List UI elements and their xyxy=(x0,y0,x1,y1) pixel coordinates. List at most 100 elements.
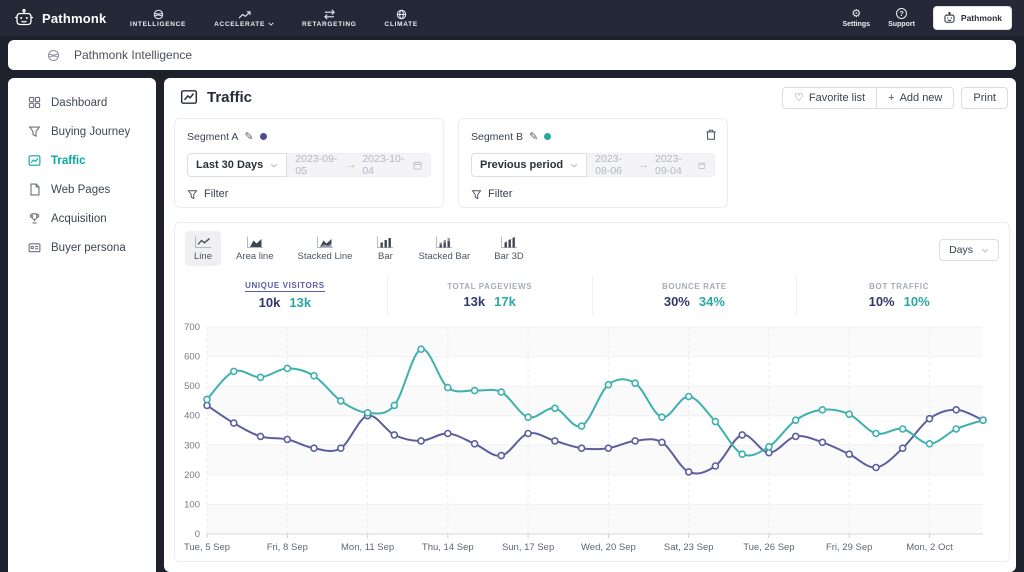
stat-label: UNIQUE VISITORS xyxy=(245,280,325,292)
chart-panel: Line Area line Stacked Line Bar Stacked … xyxy=(174,222,1010,562)
support-button[interactable]: ? Support xyxy=(888,8,915,28)
edit-pencil-icon[interactable]: ✎ xyxy=(244,130,253,143)
brand[interactable]: Pathmonk xyxy=(14,9,106,27)
segment-b-preset-select[interactable]: Previous period xyxy=(471,153,588,177)
tab-bar-3d[interactable]: Bar 3D xyxy=(485,231,533,266)
stat-value-segment-a: 13k xyxy=(463,293,486,309)
svg-text:500: 500 xyxy=(184,381,200,392)
svg-text:400: 400 xyxy=(184,411,200,422)
granularity-select[interactable]: Days xyxy=(939,239,999,261)
svg-text:700: 700 xyxy=(184,322,200,333)
sidebar-item-web-pages[interactable]: Web Pages xyxy=(8,175,156,204)
sidebar: Dashboard Buying Journey Traffic Web Pag… xyxy=(8,78,156,572)
favorite-addnew-group: ♡ Favorite list + Add new xyxy=(782,87,955,109)
page: Pathmonk INTELLIGENCE ACCELERATE RETARGE… xyxy=(0,0,1024,572)
tab-label: Bar 3D xyxy=(494,251,524,262)
svg-text:300: 300 xyxy=(184,440,200,451)
segment-a-date-range[interactable]: 2023-09-05 → 2023-10-04 xyxy=(287,153,431,177)
segment-b-date-start: 2023-08-06 xyxy=(595,153,622,177)
arrow-right-icon: → xyxy=(345,159,357,171)
account-button[interactable]: Pathmonk xyxy=(932,6,1012,30)
print-label: Print xyxy=(973,92,996,104)
segment-b-date-end: 2023-09-04 xyxy=(655,153,682,177)
stat-value-segment-b: 34% xyxy=(698,293,725,309)
sidebar-item-buyer-persona[interactable]: Buyer persona xyxy=(8,233,156,262)
delete-trash-icon[interactable] xyxy=(705,128,717,141)
stat-label: BOT TRAFFIC xyxy=(869,281,930,291)
sidebar-item-traffic[interactable]: Traffic xyxy=(8,146,156,175)
main-menu: INTELLIGENCE ACCELERATE RETARGETING CLIM… xyxy=(130,0,418,36)
tab-stacked-line[interactable]: Stacked Line xyxy=(289,231,362,266)
favorite-list-button[interactable]: ♡ Favorite list xyxy=(783,88,877,108)
calendar-icon xyxy=(413,161,422,169)
svg-text:Tue, 5 Sep: Tue, 5 Sep xyxy=(184,542,230,553)
chevron-down-icon xyxy=(981,248,989,253)
settings-button[interactable]: ⚙ Settings xyxy=(842,8,870,28)
nav-right: ⚙ Settings ? Support Pathmonk xyxy=(842,0,1012,36)
segment-b-card: Segment B ✎ Previous period 2023-08-06 →… xyxy=(458,118,728,208)
tab-area-line[interactable]: Area line xyxy=(227,231,283,266)
stat-value-segment-b: 17k xyxy=(494,293,516,309)
help-icon: ? xyxy=(895,8,907,19)
segment-a-preset-value: Last 30 Days xyxy=(196,159,264,171)
stat-bounce-rate[interactable]: BOUNCE RATE 30% 34% xyxy=(591,275,797,315)
header-actions: ♡ Favorite list + Add new Print xyxy=(782,87,1008,109)
svg-text:Sun, 17 Sep: Sun, 17 Sep xyxy=(502,542,554,553)
stat-value-segment-a: 10k xyxy=(258,294,281,310)
tab-bar[interactable]: Bar xyxy=(367,231,403,266)
chevron-down-icon xyxy=(271,163,278,168)
menu-item-label: CLIMATE xyxy=(384,20,418,28)
segment-a-filter[interactable]: Filter xyxy=(187,188,431,200)
edit-pencil-icon[interactable]: ✎ xyxy=(529,130,538,143)
segment-a-name: Segment A xyxy=(187,130,239,143)
menu-item-retargeting[interactable]: RETARGETING xyxy=(302,9,357,28)
segment-a-color-dot xyxy=(259,133,267,140)
kpi-stats-row: UNIQUE VISITORS 10k 13k TOTAL PAGEVIEWS … xyxy=(183,275,1001,315)
stat-total-pageviews[interactable]: TOTAL PAGEVIEWS 13k 17k xyxy=(386,275,592,315)
segment-b-filter[interactable]: Filter xyxy=(471,188,715,200)
line-chart-icon xyxy=(195,236,211,248)
segment-b-filter-label: Filter xyxy=(488,188,513,200)
svg-text:Mon, 2 Oct: Mon, 2 Oct xyxy=(906,542,953,553)
document-icon xyxy=(30,183,40,196)
tab-label: Bar xyxy=(378,251,393,262)
stat-unique-visitors[interactable]: UNIQUE VISITORS 10k 13k xyxy=(183,275,387,315)
menu-item-intelligence[interactable]: INTELLIGENCE xyxy=(130,9,186,28)
menu-item-accelerate[interactable]: ACCELERATE xyxy=(214,9,274,28)
stat-value-segment-a: 10% xyxy=(868,293,895,309)
stat-bot-traffic[interactable]: BOT TRAFFIC 10% 10% xyxy=(796,275,1001,315)
segment-a-filter-label: Filter xyxy=(204,188,229,200)
favorite-list-label: Favorite list xyxy=(808,92,866,104)
stat-value-segment-b: 13k xyxy=(289,294,312,310)
print-button[interactable]: Print xyxy=(961,87,1008,109)
sidebar-item-acquisition[interactable]: Acquisition xyxy=(8,204,156,233)
sidebar-item-label: Acquisition xyxy=(51,212,107,225)
area-chart-icon xyxy=(246,236,263,248)
account-label: Pathmonk xyxy=(960,13,1002,23)
add-new-button[interactable]: + Add new xyxy=(876,88,954,108)
segment-b-date-range[interactable]: 2023-08-06 → 2023-09-04 xyxy=(587,153,715,177)
sidebar-item-buying-journey[interactable]: Buying Journey xyxy=(8,117,156,146)
stat-label: TOTAL PAGEVIEWS xyxy=(447,281,533,291)
svg-text:Tue, 26 Sep: Tue, 26 Sep xyxy=(743,542,794,553)
tab-line[interactable]: Line xyxy=(185,231,221,266)
segment-a-card: Segment A ✎ Last 30 Days 2023-09-05 → 20… xyxy=(174,118,444,208)
intelligence-icon xyxy=(153,9,163,19)
sidebar-item-dashboard[interactable]: Dashboard xyxy=(8,88,156,117)
pathmonk-ball-icon xyxy=(47,49,60,61)
tab-label: Stacked Bar xyxy=(418,251,471,262)
calendar-icon xyxy=(698,161,706,169)
filter-funnel-icon xyxy=(471,189,482,199)
pathmonk-robot-icon xyxy=(15,9,33,26)
tab-stacked-bar[interactable]: Stacked Bar xyxy=(409,231,479,266)
pathmonk-robot-icon-small xyxy=(944,12,955,23)
segment-a-date-start: 2023-09-05 xyxy=(295,153,338,177)
segment-b-name: Segment B xyxy=(471,130,523,143)
svg-text:600: 600 xyxy=(184,352,200,363)
chevron-down-icon xyxy=(268,22,274,26)
menu-item-climate[interactable]: CLIMATE xyxy=(385,9,418,28)
segment-a-preset-select[interactable]: Last 30 Days xyxy=(187,153,288,177)
add-new-label: Add new xyxy=(899,92,943,104)
svg-text:Wed, 20 Sep: Wed, 20 Sep xyxy=(581,542,636,553)
plus-icon: + xyxy=(888,91,895,104)
